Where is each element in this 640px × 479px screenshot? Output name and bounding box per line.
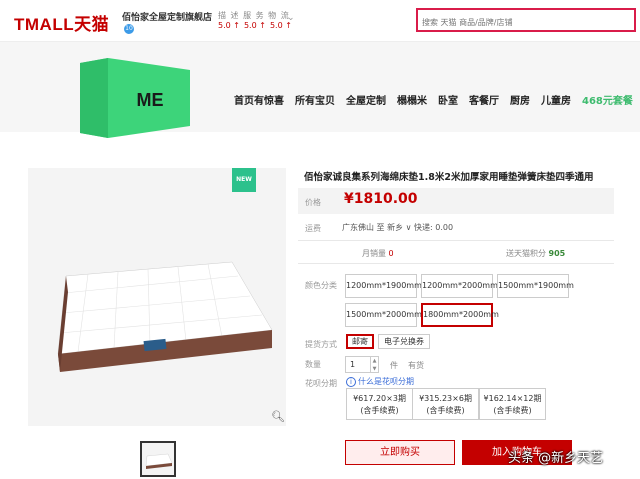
stats-row [298,240,614,264]
monthly-sales: 月销量 0 [362,248,394,259]
buy-now-button[interactable]: 立即购买 [345,440,455,465]
tmall-points-label: 送天猫积分 [506,249,546,258]
store-logo-text: ME [137,90,164,110]
delivery-option-voucher[interactable]: 电子兑换券 [378,334,430,349]
tmall-points: 送天猫积分 905 [506,248,565,259]
chevron-down-icon[interactable]: ⌄ [287,13,295,23]
ratings-label: 描 述 服 务 物 流 [218,11,290,20]
quantity-stepper[interactable]: ▲ ▼ [371,356,379,373]
nav-item-kitchen[interactable]: 厨房 [510,92,530,107]
nav-item-all-products[interactable]: 所有宝贝 [295,92,335,107]
tmall-points-value: 905 [548,249,566,258]
monthly-sales-label: 月销量 [362,249,386,258]
size-option-1800x2000[interactable]: 1800mm*2000mm [421,303,499,327]
installment-plan-3[interactable]: ¥617.20×3期 (含手续费) [346,388,413,420]
nav-item-kids-room[interactable]: 儿童房 [541,92,571,107]
rating-service: 5.0 ↑ [243,21,266,30]
search-box[interactable] [416,8,636,33]
shipping-info[interactable]: 广东佛山 至 新乡 ∨ 快递: 0.00 [342,222,453,233]
product-title: 佰怡家诚良集系列海绵床垫1.8米2米加厚家用睡垫弹簧床垫四季通用 [304,172,594,183]
search-input[interactable] [418,12,634,33]
size-option-1200x1900[interactable]: 1200mm*1900mm [345,274,422,298]
info-icon: i [346,377,356,387]
nav-item-custom[interactable]: 全屋定制 [346,92,386,107]
size-option-1500x2000[interactable]: 1500mm*2000mm [345,303,422,327]
store-logo[interactable]: ME [80,58,190,138]
stock-status: 有货 [408,361,424,370]
plan-amount: ¥162.14×12期 [483,394,542,403]
product-main-image[interactable] [28,168,286,426]
image-thumbnail[interactable] [140,441,176,477]
plan-amount: ¥617.20×3期 [353,394,406,403]
ratings-values: 5.0 ↑ 5.0 ↑ 5.0 ↑ [218,21,292,30]
plan-amount: ¥315.23×6期 [419,394,472,403]
installment-plan-6[interactable]: ¥315.23×6期 (含手续费) [412,388,479,420]
mattress-image [57,261,273,372]
nav-item-home[interactable]: 首页有惊喜 [234,92,284,107]
price-label: 价格 [305,198,321,207]
color-label: 颜色分类 [305,281,337,290]
new-badge: NEW [232,168,256,192]
quantity-unit: 件 [390,361,398,370]
installment-label: 花呗分期 [305,379,337,388]
size-option-1200x2000[interactable]: 1200mm*2000mm [421,274,498,298]
nav-item-bedroom[interactable]: 卧室 [438,92,458,107]
nav-item-living-dining[interactable]: 客餐厅 [469,92,499,107]
nav-item-tatami[interactable]: 榻榻米 [397,92,427,107]
plan-note: (含手续费) [426,406,465,415]
shop-level-badge: 10 [124,24,134,34]
shipping-label: 运费 [305,224,321,233]
delivery-option-mail[interactable]: 邮寄 [346,334,374,349]
delivery-label: 提货方式 [305,340,337,349]
magnifier-icon[interactable]: 🔍︎ [271,410,285,423]
price-value: ¥1810.00 [344,191,418,207]
monthly-sales-value: 0 [388,249,394,258]
nav-item-package[interactable]: 468元套餐 [582,92,633,107]
store-nav: 首页有惊喜 所有宝贝 全屋定制 榻榻米 卧室 客餐厅 厨房 儿童房 468元套餐 [234,92,640,107]
watermark: 头条 @新乡天艺 [508,451,604,466]
quantity-input[interactable]: 1 [345,356,371,373]
shop-name[interactable]: 佰怡家全屋定制旗舰店 [122,10,212,23]
plan-note: (含手续费) [360,406,399,415]
tmall-logo[interactable]: TMALL天猫 [14,10,109,35]
plan-note: (含手续费) [493,406,532,415]
installment-help-link[interactable]: i 什么是花呗分期 [346,376,414,387]
thumbnail-mattress [145,453,173,469]
size-option-1500x1900[interactable]: 1500mm*1900mm [497,274,574,298]
installment-plan-12[interactable]: ¥162.14×12期 (含手续费) [479,388,546,420]
rating-description: 5.0 ↑ [218,21,240,30]
quantity-label: 数量 [305,360,321,369]
installment-help-text: 什么是花呗分期 [358,377,414,386]
